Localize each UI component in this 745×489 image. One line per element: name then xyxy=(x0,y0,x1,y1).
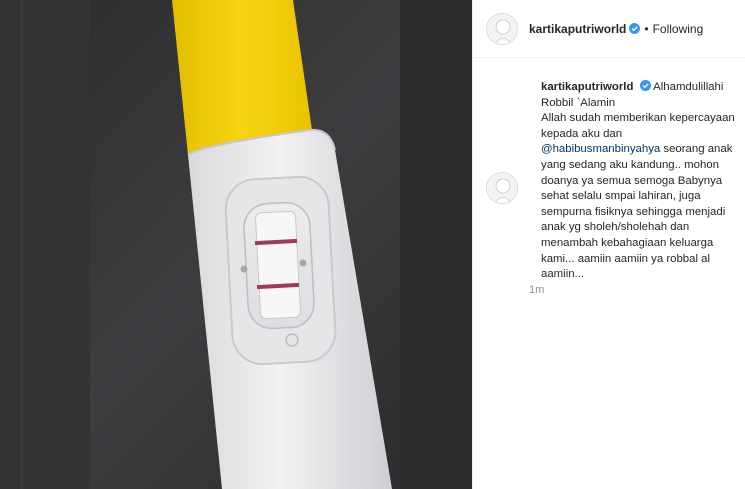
verified-badge-icon xyxy=(639,80,651,91)
caption-line: kami... aamiin aamiin ya robbal al xyxy=(541,252,711,265)
caption-line: yang sedang aku kandung.. mohon xyxy=(541,158,719,171)
profile-picture-icon xyxy=(487,13,517,44)
avatar[interactable] xyxy=(486,12,518,45)
caption-line: aamiin... xyxy=(541,268,585,281)
caption-line: Alhamdulillahi xyxy=(653,81,724,93)
pregnancy-test-image xyxy=(0,0,472,489)
caption-text: kartikaputriworld Alhamdulillahi Robbil … xyxy=(541,80,745,283)
caption-username[interactable]: kartikaputriworld xyxy=(541,81,633,93)
post-header: kartikaputriworld • Following xyxy=(473,0,745,58)
post-timestamp[interactable]: 1m xyxy=(529,284,544,296)
caption-line: Allah sudah memberikan kepercayaan xyxy=(541,112,735,125)
caption-line: sempurna fisiknya sehingga menjadi xyxy=(541,205,726,218)
caption-avatar[interactable] xyxy=(486,172,518,204)
caption-line: anak yg sholeh/sholehah dan xyxy=(541,221,690,234)
header-username[interactable]: kartikaputriworld xyxy=(529,22,626,36)
caption-line: menambah kebahagiaan keluarga xyxy=(541,236,714,249)
profile-picture-icon xyxy=(487,173,517,203)
post-photo[interactable] xyxy=(0,0,472,489)
following-button[interactable]: Following xyxy=(653,22,704,36)
caption-line: sehat selalu smpai lahiran, juga xyxy=(541,190,701,203)
caption-line: kepada aku dan xyxy=(541,127,623,140)
caption-line: seorang anak xyxy=(660,143,733,156)
caption-line: doanya ya semua semoga Babynya xyxy=(541,174,723,187)
separator-dot: • xyxy=(644,21,649,36)
mention-link[interactable]: @habibusmanbinyahya xyxy=(541,143,660,155)
verified-badge-icon xyxy=(629,23,641,34)
caption-line: Robbil `Alamin xyxy=(541,96,616,109)
